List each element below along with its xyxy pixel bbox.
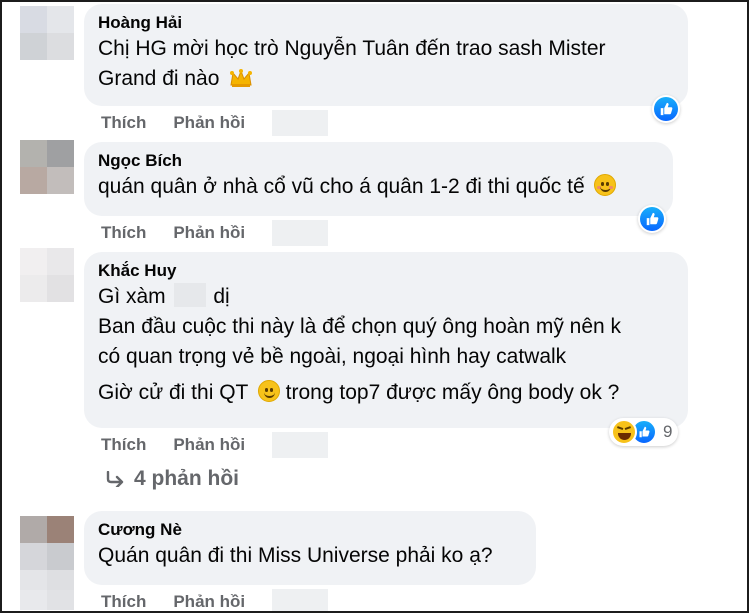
comment-text-line: có quan trọng vẻ bề ngoài, ngoại hình ha… <box>98 345 567 368</box>
reaction-count: 9 <box>663 422 673 441</box>
comment-bubble: Cương Nè Quán quân đi thi Miss Universe … <box>84 511 536 585</box>
comment-actions: Thích Phản hồi <box>101 589 329 611</box>
crown-emoji-icon <box>230 69 253 87</box>
comment-text-line: Gì xàm <box>98 285 166 308</box>
comment-bubble: Khắc Huy Gì xàm dị Ban đầu cuộc thi này … <box>84 252 688 428</box>
like-button[interactable]: Thích <box>101 113 146 133</box>
reaction-summary[interactable]: 9 <box>609 418 679 446</box>
comment-text: Gì xàm dị <box>98 282 674 312</box>
reply-button[interactable]: Phản hồi <box>173 223 245 243</box>
comment-actions: Thích Phản hồi <box>101 432 329 458</box>
comment-text-line: Giờ cử đi thi QT <box>98 381 248 404</box>
comment-text-line: quán quân ở nhà cổ vũ cho á quân 1-2 đi … <box>98 175 585 198</box>
comment-text-line: dị <box>213 285 230 308</box>
comment-bubble: Hoàng Hải Chị HG mời học trò Nguyễn Tuân… <box>84 4 688 106</box>
comment-author[interactable]: Khắc Huy <box>98 260 674 282</box>
comment-author[interactable]: Ngọc Bích <box>98 150 659 172</box>
blush-smile-emoji-icon <box>594 174 617 196</box>
comment-text-line: Grand đi nào <box>98 67 220 90</box>
timestamp[interactable] <box>272 220 329 246</box>
avatar[interactable] <box>20 248 74 302</box>
comment-actions: Thích Phản hồi <box>101 220 329 246</box>
comment-text: Quán quân đi thi Miss Universe phải ko ạ… <box>98 541 522 571</box>
avatar-lower <box>20 570 74 610</box>
avatar[interactable] <box>20 516 74 570</box>
censored-word <box>173 283 206 307</box>
comment-actions: Thích Phản hồi <box>101 110 329 136</box>
comment-text: Chị HG mời học trò Nguyễn Tuân đến trao … <box>98 34 674 94</box>
reply-button[interactable]: Phản hồi <box>173 113 245 133</box>
like-button[interactable]: Thích <box>101 592 146 611</box>
haha-reaction-icon <box>611 419 637 445</box>
like-reaction-icon[interactable] <box>652 95 680 123</box>
comment-text-line: trong top7 được mấy ông body ok ? <box>285 381 620 404</box>
comment-text: Giờ cử đi thi QT trong top7 được mấy ông… <box>98 378 674 408</box>
reply-button[interactable]: Phản hồi <box>173 435 245 455</box>
timestamp[interactable] <box>272 432 329 458</box>
comment-text-line: Ban đầu cuộc thi này là để chọn quý ông … <box>98 315 622 338</box>
reply-arrow-icon <box>106 471 124 487</box>
comment-text: Ban đầu cuộc thi này là để chọn quý ông … <box>98 312 674 372</box>
view-replies-label: 4 phản hồi <box>134 467 239 490</box>
view-replies-link[interactable]: 4 phản hồi <box>106 467 239 491</box>
timestamp[interactable] <box>272 110 329 136</box>
timestamp[interactable] <box>272 589 329 611</box>
smile-emoji-icon <box>257 380 280 402</box>
avatar[interactable] <box>20 140 74 194</box>
like-button[interactable]: Thích <box>101 435 146 455</box>
reply-button[interactable]: Phản hồi <box>173 592 245 611</box>
comment-author[interactable]: Hoàng Hải <box>98 12 674 34</box>
comment-text: quán quân ở nhà cổ vũ cho á quân 1-2 đi … <box>98 172 659 202</box>
comment-thread: Hoàng Hải Chị HG mời học trò Nguyễn Tuân… <box>0 0 749 613</box>
like-reaction-icon[interactable] <box>638 205 666 233</box>
comment-text-line: Chị HG mời học trò Nguyễn Tuân đến trao … <box>98 37 606 60</box>
avatar[interactable] <box>20 6 74 60</box>
comment-author[interactable]: Cương Nè <box>98 519 522 541</box>
comment-bubble: Ngọc Bích quán quân ở nhà cổ vũ cho á qu… <box>84 142 673 216</box>
comment-text-line: Quán quân đi thi Miss Universe phải ko ạ… <box>98 544 493 567</box>
like-button[interactable]: Thích <box>101 223 146 243</box>
